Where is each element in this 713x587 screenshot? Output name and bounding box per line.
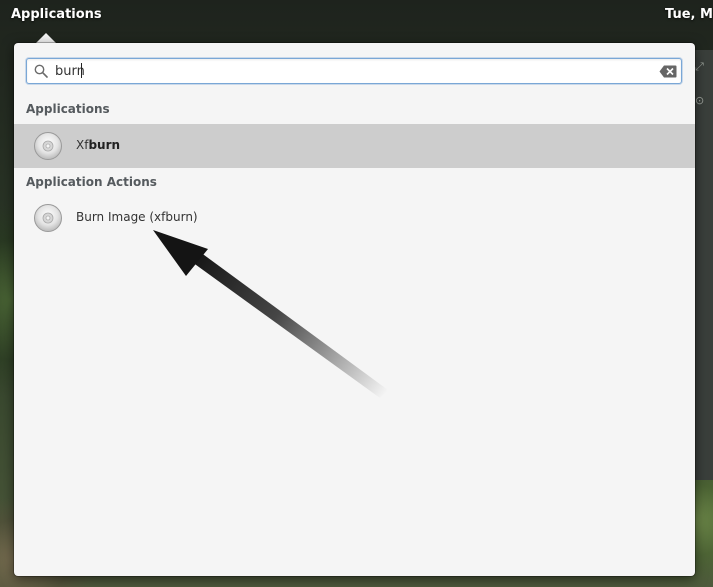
maximize-icon[interactable]: ⤢ [695,60,707,73]
result-label: Xfburn [76,138,121,152]
result-xfburn[interactable]: Xfburn [14,124,695,168]
text-caret [81,63,82,78]
result-label: Burn Image (xfburn) [76,210,198,224]
search-box[interactable] [26,58,682,84]
section-header-application-actions: Application Actions [26,175,157,189]
panel-clock[interactable]: Tue, Mar [665,7,713,22]
applications-menu-button[interactable]: Applications [11,7,102,22]
window-control-icon[interactable]: ⊙ [695,94,707,107]
top-panel: Applications Tue, Mar [0,0,713,30]
search-icon [34,64,48,78]
result-burn-image[interactable]: Burn Image (xfburn) [14,196,695,240]
section-header-applications: Applications [26,102,110,116]
applications-launcher: Applications Xfburn Application Actions [14,43,695,576]
optical-disc-icon [34,204,62,232]
search-input[interactable] [55,62,645,80]
optical-disc-icon [34,132,62,160]
clear-search-icon[interactable] [659,65,677,78]
